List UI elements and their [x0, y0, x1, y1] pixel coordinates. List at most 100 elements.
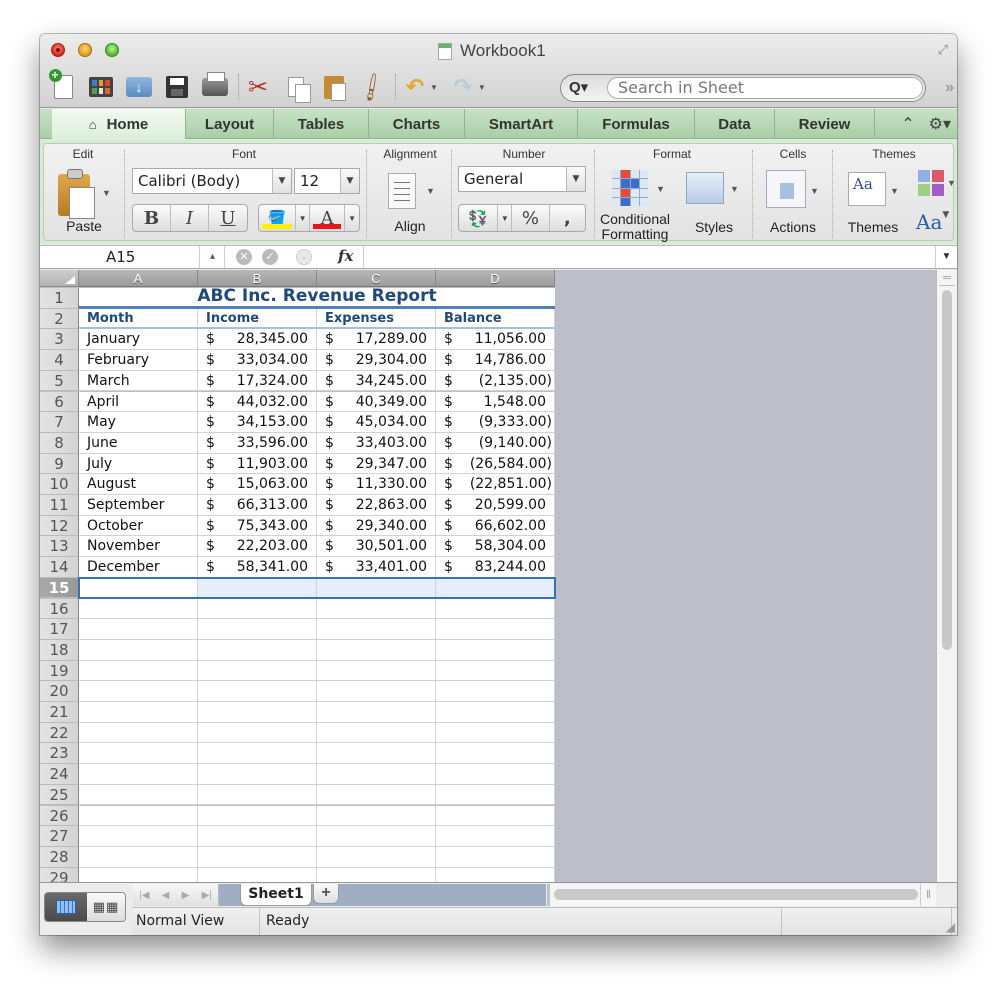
cell[interactable]	[79, 867, 198, 882]
row-header[interactable]: 24	[40, 764, 79, 785]
page-layout-view-button[interactable]: ▦▦	[87, 893, 125, 921]
row-header[interactable]: 6	[40, 391, 79, 413]
styles-dropdown-arrow[interactable]: ▼	[730, 184, 739, 194]
cell[interactable]: $ (2,135.00)	[436, 370, 555, 392]
cell[interactable]: $ (22,851.00)	[436, 474, 555, 495]
tab-formulas[interactable]: Formulas	[578, 109, 695, 139]
tab-review[interactable]: Review	[775, 109, 875, 139]
collapse-ribbon-icon[interactable]: ⌃	[901, 114, 914, 134]
column-title-cell[interactable]: Income	[198, 308, 317, 330]
cell[interactable]	[198, 598, 317, 620]
row-header[interactable]: 19	[40, 660, 79, 682]
cell[interactable]: June	[79, 432, 198, 454]
cell[interactable]	[317, 743, 436, 765]
row-header[interactable]: 20	[40, 681, 79, 702]
cell[interactable]	[79, 702, 198, 723]
row-header[interactable]: 16	[40, 598, 79, 620]
cell[interactable]: September	[79, 495, 198, 516]
tab-home[interactable]: ⌂ Home	[52, 109, 186, 139]
cell[interactable]: $15,063.00	[198, 474, 317, 495]
cell[interactable]	[198, 743, 317, 765]
font-color-dropdown[interactable]: ▼	[345, 205, 359, 231]
row-header[interactable]: 23	[40, 743, 79, 765]
expand-formula-bar-icon[interactable]: ▼	[935, 246, 957, 268]
cell[interactable]	[79, 681, 198, 702]
tab-data[interactable]: Data	[695, 109, 775, 139]
cell[interactable]: $34,245.00	[317, 370, 436, 392]
cell[interactable]: November	[79, 536, 198, 558]
cell[interactable]: $1,548.00	[436, 391, 555, 413]
cell[interactable]: May	[79, 412, 198, 433]
cell[interactable]	[79, 619, 198, 640]
cell[interactable]	[436, 722, 555, 744]
cell[interactable]	[79, 846, 198, 868]
cell[interactable]	[198, 764, 317, 785]
row-header[interactable]: 22	[40, 722, 79, 744]
formula-input[interactable]	[363, 246, 933, 268]
cell[interactable]: $45,034.00	[317, 412, 436, 433]
number-format-dropdown-arrow[interactable]: ▼	[566, 167, 585, 191]
cell[interactable]: $11,903.00	[198, 453, 317, 475]
cell[interactable]: January	[79, 329, 198, 351]
name-box-stepper[interactable]: ▴	[201, 246, 225, 268]
cell[interactable]	[79, 784, 198, 806]
function-icon[interactable]: fx	[338, 247, 353, 265]
cell[interactable]: $44,032.00	[198, 391, 317, 413]
cell[interactable]	[436, 639, 555, 661]
row-header[interactable]: 11	[40, 495, 79, 516]
comma-style-button[interactable]: ,	[550, 205, 585, 231]
horizontal-scrollbar[interactable]: ‖	[547, 884, 936, 906]
cell[interactable]	[198, 660, 317, 682]
row-header[interactable]: 12	[40, 515, 79, 537]
cell[interactable]	[317, 826, 436, 847]
themes-dropdown-arrow[interactable]: ▼	[890, 186, 899, 196]
row-header[interactable]: 28	[40, 846, 79, 868]
row-header[interactable]: 17	[40, 619, 79, 640]
cell[interactable]	[79, 660, 198, 682]
cell[interactable]: $22,203.00	[198, 536, 317, 558]
row-header[interactable]: 5	[40, 370, 79, 392]
close-button[interactable]	[51, 43, 65, 57]
cell[interactable]	[198, 619, 317, 640]
row-header[interactable]: 25	[40, 784, 79, 806]
cell[interactable]	[317, 784, 436, 806]
cell[interactable]	[79, 764, 198, 785]
row-header[interactable]: 15	[40, 577, 79, 599]
cell[interactable]	[79, 598, 198, 620]
cell[interactable]	[436, 764, 555, 785]
cell[interactable]: $40,349.00	[317, 391, 436, 413]
cell[interactable]	[436, 826, 555, 847]
previous-sheet-icon[interactable]: ◀	[162, 890, 170, 901]
row-header[interactable]: 29	[40, 867, 79, 882]
zoom-button[interactable]	[105, 43, 119, 57]
cell[interactable]	[198, 867, 317, 882]
cell[interactable]: March	[79, 370, 198, 392]
cell[interactable]: $ (26,584.00)	[436, 453, 555, 475]
cell[interactable]	[436, 784, 555, 806]
horizontal-split-handle-icon[interactable]: ‖	[920, 884, 936, 906]
cell[interactable]: $83,244.00	[436, 557, 555, 578]
underline-button[interactable]: U	[209, 205, 247, 231]
font-name-dropdown-arrow[interactable]: ▼	[272, 169, 291, 193]
cell[interactable]: $ (9,333.00)	[436, 412, 555, 433]
add-sheet-button[interactable]: +	[313, 884, 339, 904]
cell[interactable]	[198, 577, 317, 599]
format-painter-button[interactable]: 🖌	[356, 71, 389, 104]
vertical-scroll-thumb[interactable]	[942, 290, 952, 650]
row-header[interactable]: 4	[40, 350, 79, 371]
italic-button[interactable]: I	[171, 205, 209, 231]
cell[interactable]	[436, 805, 555, 827]
column-title-cell[interactable]: Expenses	[317, 308, 436, 330]
window-resize-grip[interactable]: ◢	[946, 920, 955, 934]
column-header-a[interactable]: A	[79, 270, 198, 287]
percent-style-button[interactable]: %	[512, 205, 550, 231]
cell[interactable]: $17,289.00	[317, 329, 436, 351]
cell[interactable]: October	[79, 515, 198, 537]
search-icon[interactable]: Q▾	[569, 78, 588, 96]
cell[interactable]	[198, 846, 317, 868]
column-title-cell[interactable]: Balance	[436, 308, 555, 330]
column-header-d[interactable]: D	[436, 270, 555, 287]
cell[interactable]: $29,304.00	[317, 350, 436, 371]
theme-colors-button[interactable]	[918, 170, 944, 196]
cell[interactable]: $58,304.00	[436, 536, 555, 558]
